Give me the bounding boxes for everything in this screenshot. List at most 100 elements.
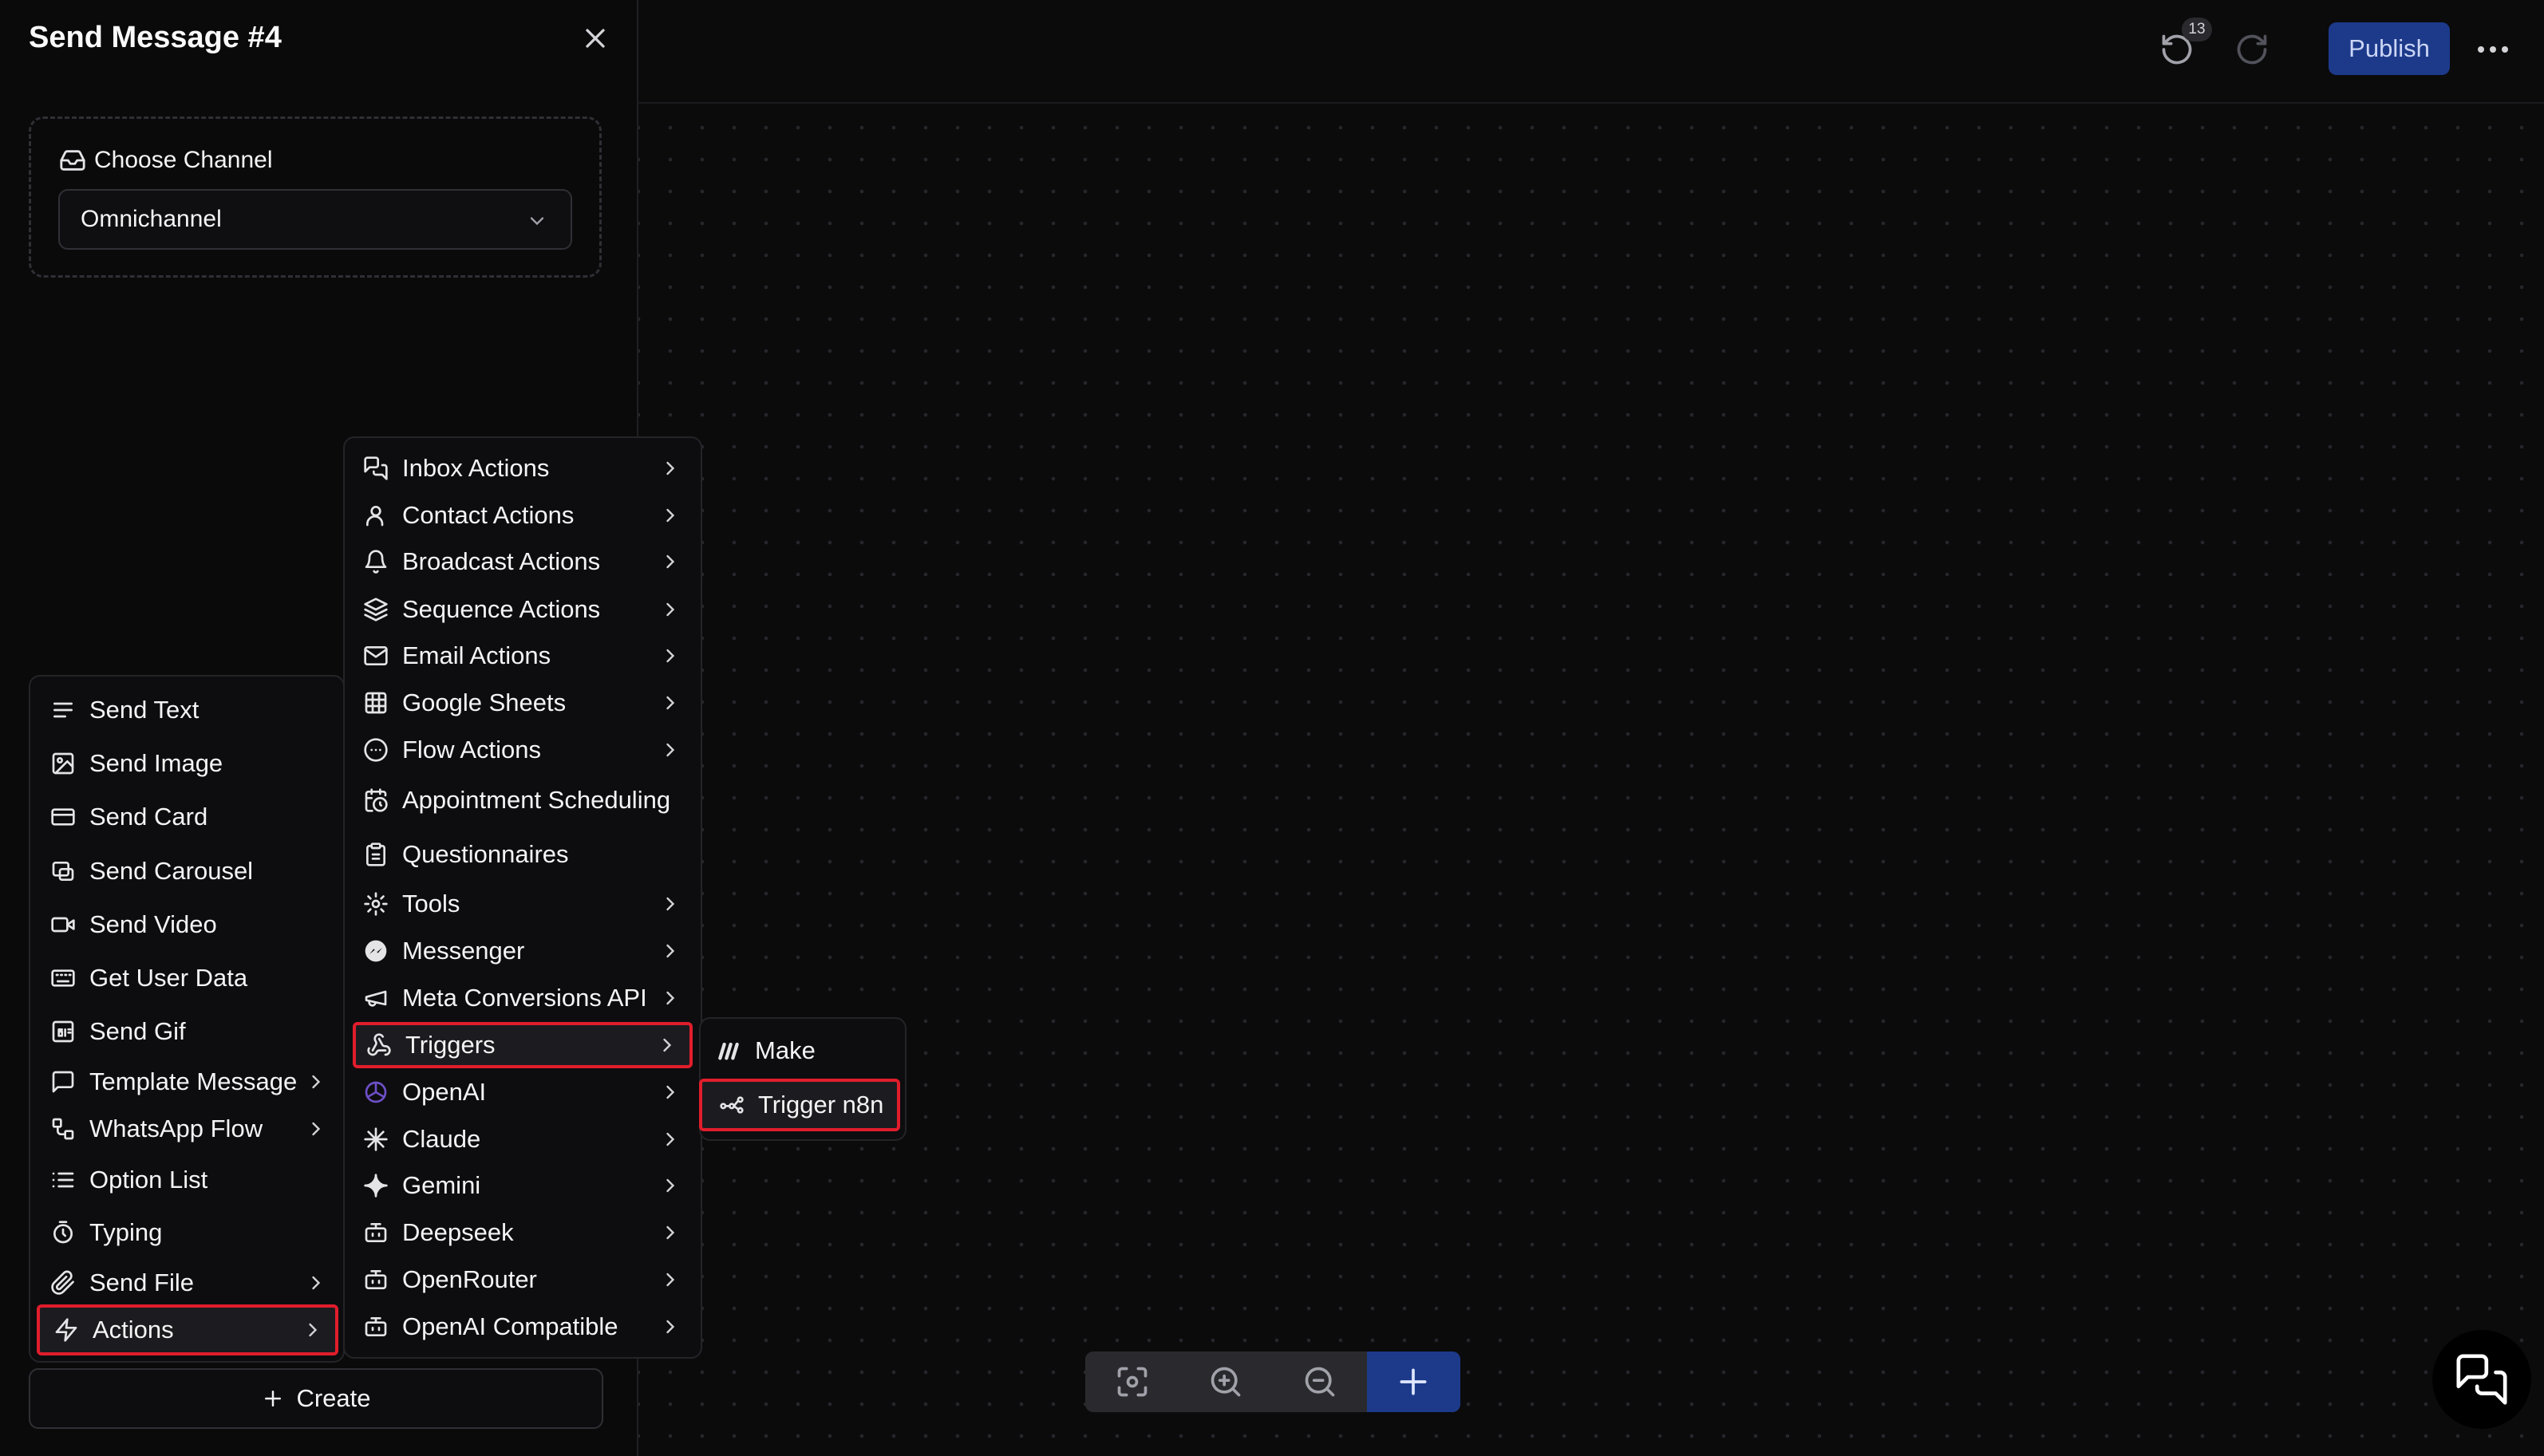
menu-item-tools[interactable]: Tools bbox=[353, 881, 693, 927]
menu-item-send-image[interactable]: Send Image bbox=[37, 738, 338, 789]
fit-view-icon[interactable] bbox=[1085, 1351, 1179, 1412]
chevron-right-icon bbox=[659, 1128, 681, 1150]
chevron-right-icon bbox=[659, 504, 681, 527]
keyboard-icon bbox=[49, 965, 77, 992]
menu-item-messenger[interactable]: Messenger bbox=[353, 928, 693, 974]
menu-item-option-list[interactable]: Option List bbox=[37, 1154, 338, 1205]
create-button-label: Create bbox=[296, 1384, 371, 1412]
chevron-right-icon bbox=[659, 457, 681, 479]
publish-button[interactable]: Publish bbox=[2329, 22, 2450, 75]
menu-item-sequence-actions[interactable]: Sequence Actions bbox=[353, 586, 693, 633]
menu-item-template-message[interactable]: Template Message bbox=[37, 1056, 338, 1107]
bot-icon bbox=[362, 1313, 389, 1340]
layers-icon bbox=[362, 596, 389, 623]
image-icon bbox=[49, 750, 77, 777]
timer-icon bbox=[49, 1219, 77, 1246]
message-square-icon bbox=[49, 1068, 77, 1095]
menu-item-inbox-actions[interactable]: Inbox Actions bbox=[353, 445, 693, 491]
menu-item-label: Trigger n8n bbox=[758, 1091, 884, 1119]
menu-item-claude[interactable]: Claude bbox=[353, 1116, 693, 1162]
menu-item-label: Google Sheets bbox=[402, 689, 567, 716]
chevron-right-icon bbox=[305, 1118, 327, 1140]
menu-item-label: Option List bbox=[89, 1166, 208, 1194]
support-chat-button[interactable] bbox=[2432, 1330, 2531, 1429]
menu-item-whatsapp-flow[interactable]: WhatsApp Flow bbox=[37, 1103, 338, 1154]
menu-item-openai[interactable]: OpenAI bbox=[353, 1069, 693, 1115]
menu-item-openai-compatible[interactable]: OpenAI Compatible bbox=[353, 1304, 693, 1350]
close-icon[interactable] bbox=[579, 22, 611, 54]
chevron-right-icon bbox=[659, 1316, 681, 1338]
menu-item-label: Email Actions bbox=[402, 641, 551, 669]
chevron-right-icon bbox=[659, 1221, 681, 1244]
menu-item-send-text[interactable]: Send Text bbox=[37, 685, 338, 736]
menu-item-label: Actions bbox=[93, 1316, 174, 1344]
plus-icon bbox=[261, 1387, 285, 1411]
flow-icon bbox=[49, 1115, 77, 1142]
menu-item-contact-actions[interactable]: Contact Actions bbox=[353, 492, 693, 539]
chevron-right-icon bbox=[302, 1319, 324, 1341]
menu-item-meta-conversions-api[interactable]: Meta Conversions API bbox=[353, 975, 693, 1021]
more-options-icon[interactable] bbox=[2475, 35, 2510, 64]
channel-select[interactable]: Omnichannel bbox=[58, 189, 572, 250]
chevron-down-icon bbox=[526, 210, 548, 232]
menu-item-send-card[interactable]: Send Card bbox=[37, 791, 338, 842]
menu-item-label: Send Text bbox=[89, 696, 199, 724]
lightning-icon bbox=[53, 1316, 80, 1344]
chevron-right-icon bbox=[659, 1081, 681, 1103]
add-node-button[interactable] bbox=[1366, 1351, 1460, 1412]
menu-item-trigger-n8n[interactable]: Trigger n8n bbox=[699, 1079, 900, 1131]
bot-icon bbox=[362, 1266, 389, 1293]
menu-item-label: Send File bbox=[89, 1269, 194, 1296]
menu-item-typing[interactable]: Typing bbox=[37, 1207, 338, 1258]
chevron-right-icon bbox=[659, 1269, 681, 1291]
menu-item-send-gif[interactable]: Send Gif bbox=[37, 1006, 338, 1057]
chevron-right-icon bbox=[659, 940, 681, 962]
menu-item-label: Claude bbox=[402, 1125, 481, 1153]
menu-item-broadcast-actions[interactable]: Broadcast Actions bbox=[353, 539, 693, 585]
inbox-icon bbox=[59, 147, 86, 174]
create-button[interactable]: Create bbox=[29, 1368, 603, 1429]
menu-item-label: Template Message bbox=[89, 1067, 298, 1095]
menu-item-label: Messenger bbox=[402, 937, 525, 965]
channel-label: Choose Channel bbox=[59, 147, 273, 174]
calendar-clock-icon bbox=[362, 787, 389, 814]
webhook-icon bbox=[365, 1032, 393, 1059]
text-lines-icon bbox=[49, 696, 77, 724]
chevron-right-icon bbox=[659, 893, 681, 915]
flow-canvas[interactable] bbox=[638, 0, 2544, 1456]
chevron-right-icon bbox=[305, 1272, 327, 1294]
menu-item-gemini[interactable]: Gemini bbox=[353, 1162, 693, 1209]
menu-item-label: Send Carousel bbox=[89, 857, 254, 885]
redo-icon[interactable] bbox=[2234, 32, 2269, 67]
menu-item-openrouter[interactable]: OpenRouter bbox=[353, 1257, 693, 1303]
menu-item-email-actions[interactable]: Email Actions bbox=[353, 633, 693, 679]
menu-item-label: Gemini bbox=[402, 1171, 481, 1199]
menu-item-make[interactable]: Make bbox=[699, 1024, 900, 1077]
channel-label-text: Choose Channel bbox=[94, 147, 273, 173]
undo-count-badge: 13 bbox=[2182, 18, 2212, 41]
n8n-icon bbox=[718, 1091, 745, 1119]
menu-item-deepseek[interactable]: Deepseek bbox=[353, 1209, 693, 1256]
megaphone-icon bbox=[362, 984, 389, 1012]
zoom-toolbar bbox=[1085, 1351, 1460, 1412]
menu-item-appointment-scheduling[interactable]: Appointment Scheduling bbox=[353, 777, 693, 823]
menu-item-label: Deepseek bbox=[402, 1218, 514, 1246]
menu-item-questionnaires[interactable]: Questionnaires bbox=[353, 831, 693, 878]
menu-item-label: Make bbox=[755, 1036, 816, 1064]
video-icon bbox=[49, 911, 77, 938]
menu-item-actions[interactable]: Actions bbox=[37, 1304, 338, 1355]
bell-icon bbox=[362, 548, 389, 575]
panel-title: Send Message #4 bbox=[29, 21, 282, 54]
menu-item-send-video[interactable]: Send Video bbox=[37, 899, 338, 950]
menu-item-google-sheets[interactable]: Google Sheets bbox=[353, 680, 693, 726]
menu-item-triggers[interactable]: Triggers bbox=[353, 1022, 693, 1068]
messages-icon bbox=[362, 455, 389, 482]
menu-item-send-file[interactable]: Send File bbox=[37, 1257, 338, 1308]
zoom-out-icon[interactable] bbox=[1273, 1351, 1367, 1412]
menu-item-flow-actions[interactable]: Flow Actions bbox=[353, 727, 693, 773]
menu-item-send-carousel[interactable]: Send Carousel bbox=[37, 846, 338, 897]
menu-item-label: Tools bbox=[402, 890, 460, 917]
zoom-in-icon[interactable] bbox=[1179, 1351, 1274, 1412]
paperclip-icon bbox=[49, 1269, 77, 1296]
menu-item-get-user-data[interactable]: Get User Data bbox=[37, 953, 338, 1004]
